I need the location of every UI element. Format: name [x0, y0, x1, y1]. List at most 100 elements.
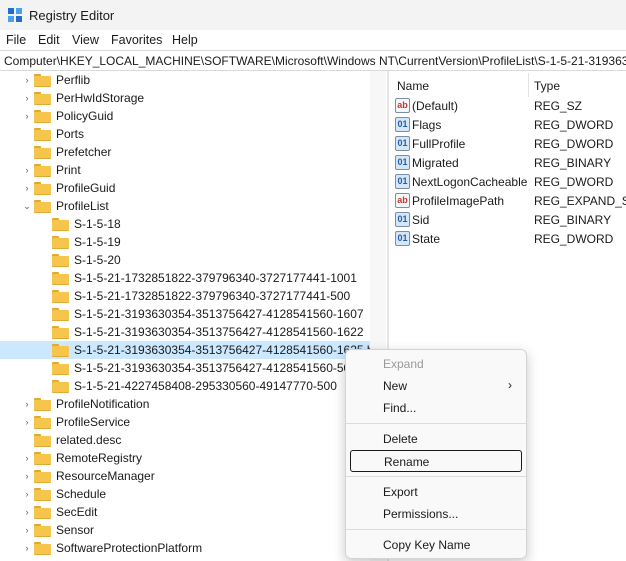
tree-node[interactable]: › Schedule	[0, 485, 370, 503]
folder-icon	[52, 272, 69, 285]
tree-node[interactable]: S-1-5-21-3193630354-3513756427-412854156…	[0, 305, 370, 323]
tree-node[interactable]: › SecEdit	[0, 503, 370, 521]
tree-node[interactable]: › Perflib	[0, 71, 370, 89]
tree-node[interactable]: S-1-5-21-4227458408-295330560-49147770-5…	[0, 377, 370, 395]
tree-node[interactable]: › ProfileNotification	[0, 395, 370, 413]
menu-find-label: Find...	[383, 401, 417, 415]
chevron-right-icon[interactable]: ›	[22, 399, 32, 409]
folder-icon	[52, 362, 69, 375]
tree-node[interactable]: S-1-5-21-1732851822-379796340-3727177441…	[0, 269, 370, 287]
tree-node[interactable]: S-1-5-21-3193630354-3513756427-412854156…	[0, 341, 386, 359]
tree-node[interactable]: › Sensor	[0, 521, 370, 539]
tree-node[interactable]: › Print	[0, 161, 370, 179]
tree-node[interactable]: Prefetcher	[0, 143, 370, 161]
chevron-right-icon[interactable]: ›	[22, 453, 32, 463]
value-type: REG_BINARY	[534, 213, 612, 227]
folder-icon	[34, 110, 51, 123]
tree-node-label: related.desc	[56, 433, 122, 447]
menu-help[interactable]: Help	[172, 33, 198, 47]
menu-delete[interactable]: Delete	[350, 428, 522, 450]
chevron-right-icon[interactable]: ›	[22, 75, 32, 85]
menu-new-label: New	[383, 379, 408, 393]
tree-node[interactable]: › PolicyGuid	[0, 107, 370, 125]
column-header-name[interactable]: Name	[397, 79, 429, 93]
menu-export[interactable]: Export	[350, 481, 522, 503]
value-row[interactable]: abProfileImagePath REG_EXPAND_SZ	[389, 191, 626, 210]
chevron-right-icon[interactable]: ›	[22, 417, 32, 427]
chevron-right-icon[interactable]: ›	[22, 111, 32, 121]
menu-separator	[346, 529, 526, 530]
menu-copy-key-name-label: Copy Key Name	[383, 538, 471, 552]
tree-node-label: S-1-5-21-3193630354-3513756427-412854156…	[74, 307, 364, 321]
chevron-right-icon[interactable]: ›	[22, 165, 32, 175]
menu-separator	[346, 476, 526, 477]
menu-new[interactable]: New ›	[350, 375, 522, 397]
menu-file[interactable]: File	[6, 33, 26, 47]
title-bar: Registry Editor	[0, 0, 626, 30]
menu-favorites[interactable]: Favorites	[111, 33, 162, 47]
folder-icon	[34, 470, 51, 483]
registry-key-tree[interactable]: › Perflib › PerHwIdStorage › PolicyGuid Ports P…	[0, 71, 386, 561]
chevron-right-icon[interactable]: ›	[22, 489, 32, 499]
tree-node[interactable]: ⌄ ProfileList	[0, 197, 370, 215]
tree-node[interactable]: S-1-5-20	[0, 251, 370, 269]
tree-node[interactable]: › PerHwIdStorage	[0, 89, 370, 107]
chevron-right-icon[interactable]: ›	[22, 183, 32, 193]
chevron-down-icon[interactable]: ⌄	[22, 201, 32, 211]
column-header-type[interactable]: Type	[534, 79, 560, 93]
tree-node[interactable]: S-1-5-21-3193630354-3513756427-412854156…	[0, 323, 370, 341]
menu-edit[interactable]: Edit	[38, 33, 60, 47]
chevron-right-icon[interactable]: ›	[22, 543, 32, 553]
tree-node-label: S-1-5-21-3193630354-3513756427-412854156…	[74, 343, 386, 357]
tree-node[interactable]: Ports	[0, 125, 370, 143]
tree-node-label: SecEdit	[56, 505, 98, 519]
folder-icon	[52, 218, 69, 231]
value-type: REG_DWORD	[534, 175, 614, 189]
tree-node[interactable]: › ResourceManager	[0, 467, 370, 485]
value-row[interactable]: ab (Default) REG_SZ	[389, 96, 626, 115]
menu-find[interactable]: Find...	[350, 397, 522, 419]
column-divider[interactable]	[528, 73, 529, 97]
tree-node[interactable]: S-1-5-21-1732851822-379796340-3727177441…	[0, 287, 370, 305]
tree-node-label: ProfileGuid	[56, 181, 116, 195]
tree-node[interactable]: › ProfileGuid	[0, 179, 370, 197]
value-type: REG_DWORD	[534, 232, 614, 246]
value-row[interactable]: 01 State REG_DWORD	[389, 229, 626, 248]
value-row[interactable]: 01 Migrated REG_BINARY	[389, 153, 626, 172]
menu-expand: Expand	[350, 353, 522, 375]
value-row[interactable]: 01 Flags REG_DWORD	[389, 115, 626, 134]
tree-node[interactable]: › RemoteRegistry	[0, 449, 370, 467]
chevron-right-icon[interactable]: ›	[22, 525, 32, 535]
binary-value-icon: 01	[395, 174, 410, 189]
value-row[interactable]: 01 NextLogonCacheable REG_DWORD	[389, 172, 626, 191]
folder-icon	[34, 128, 51, 141]
menu-bar: File Edit View Favorites Help	[0, 30, 626, 50]
chevron-right-icon[interactable]: ›	[22, 507, 32, 517]
tree-node[interactable]: S-1-5-21-3193630354-3513756427-412854156…	[0, 359, 370, 377]
folder-icon	[52, 254, 69, 267]
value-name: Sid	[412, 213, 430, 227]
tree-node[interactable]: S-1-5-18	[0, 215, 370, 233]
value-type: REG_SZ	[534, 99, 583, 113]
menu-export-label: Export	[383, 485, 418, 499]
folder-icon	[34, 146, 51, 159]
tree-node[interactable]: › SoftwareProtectionPlatform	[0, 539, 370, 557]
menu-copy-key-name[interactable]: Copy Key Name	[350, 534, 522, 556]
menu-permissions[interactable]: Permissions...	[350, 503, 522, 525]
chevron-right-icon[interactable]: ›	[22, 93, 32, 103]
chevron-right-icon[interactable]: ›	[22, 471, 32, 481]
tree-node[interactable]: related.desc	[0, 431, 370, 449]
menu-rename[interactable]: Rename	[350, 450, 522, 472]
folder-icon	[34, 488, 51, 501]
value-name: NextLogonCacheable	[412, 175, 528, 189]
address-bar[interactable]: Computer\HKEY_LOCAL_MACHINE\SOFTWARE\Mic…	[0, 50, 626, 71]
chevron-right-icon: ›	[508, 378, 512, 392]
address-path[interactable]: Computer\HKEY_LOCAL_MACHINE\SOFTWARE\Mic…	[4, 54, 626, 68]
tree-node[interactable]: S-1-5-19	[0, 233, 370, 251]
folder-icon	[34, 74, 51, 87]
value-name: (Default)	[412, 99, 459, 113]
menu-view[interactable]: View	[72, 33, 99, 47]
value-row[interactable]: 01 FullProfile REG_DWORD	[389, 134, 626, 153]
value-row[interactable]: 01 Sid REG_BINARY	[389, 210, 626, 229]
tree-node[interactable]: › ProfileService	[0, 413, 370, 431]
